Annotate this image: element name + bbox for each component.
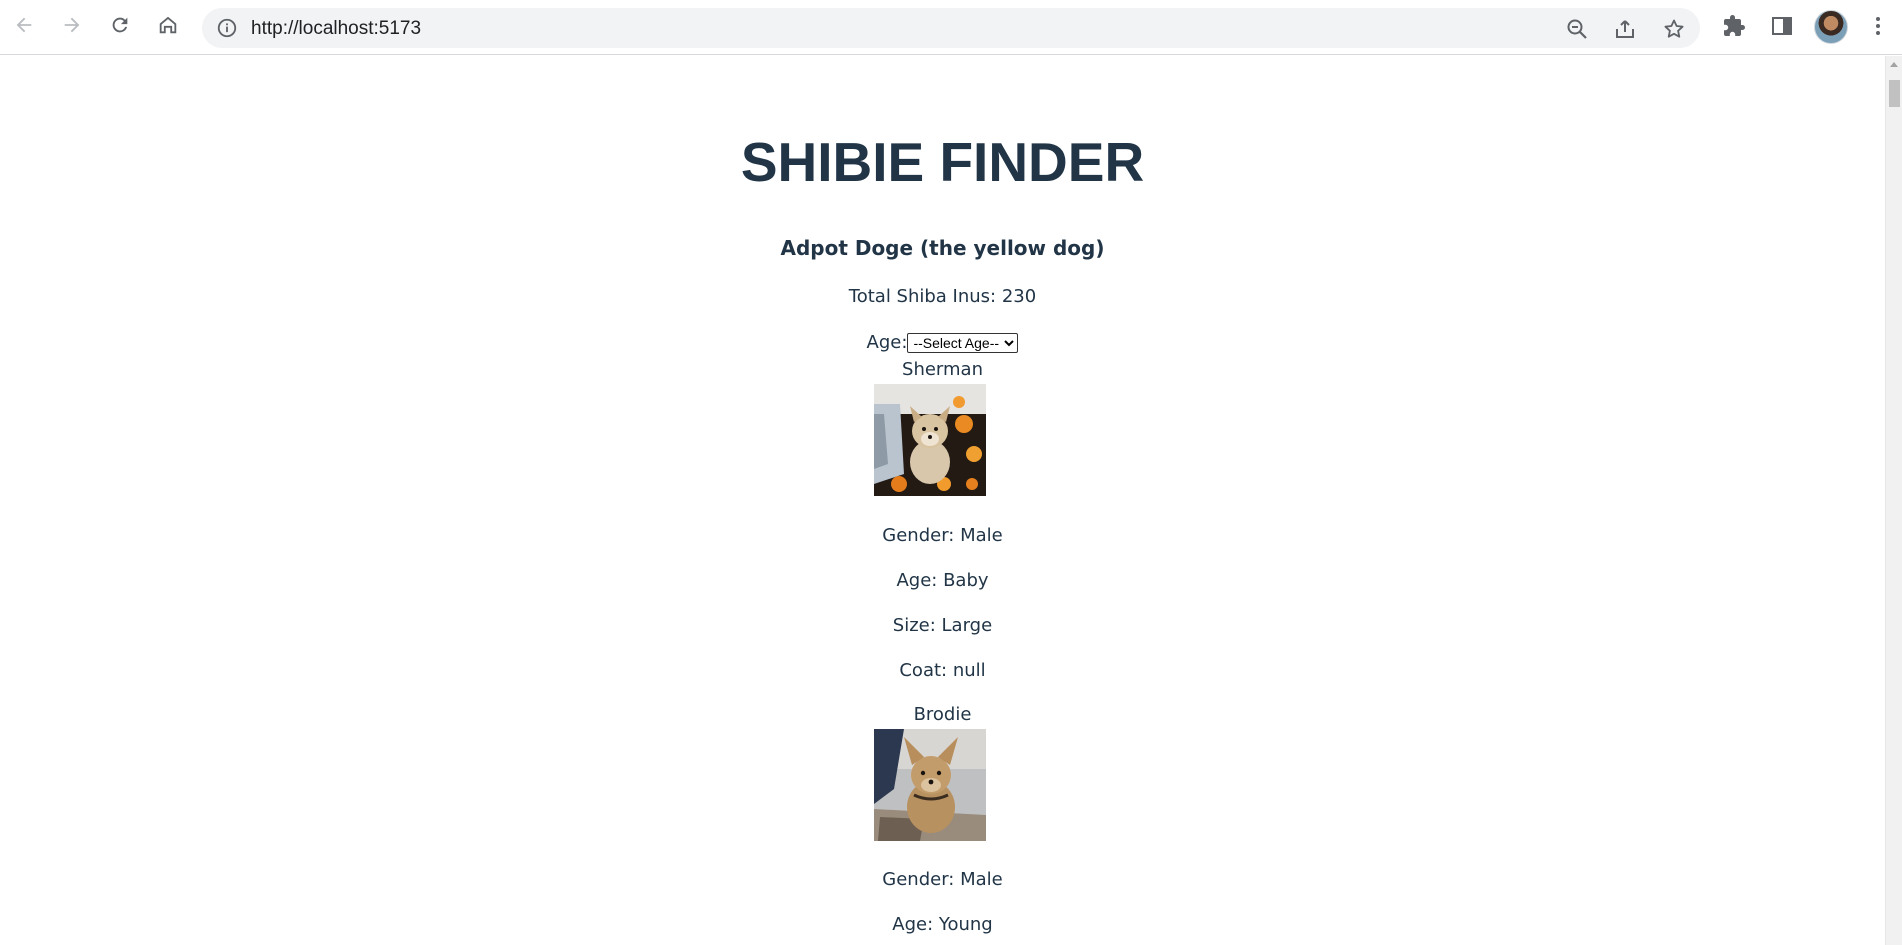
age-filter-label: Age: — [866, 332, 908, 353]
dog-age: Age: Young — [892, 914, 993, 935]
page-scrollbar[interactable] — [1885, 56, 1902, 945]
address-bar[interactable]: http://localhost:5173 — [202, 8, 1700, 48]
info-icon[interactable] — [216, 17, 238, 39]
total-count: Total Shiba Inus: 230 — [848, 286, 1037, 307]
dog-gender: Gender: Male — [882, 525, 1003, 546]
age-filter: Age: --Select Age-- — [0, 332, 1885, 353]
dog-name: Sherman — [902, 359, 983, 380]
star-icon[interactable] — [1662, 17, 1686, 41]
url-text[interactable]: http://localhost:5173 — [251, 18, 421, 40]
page-title: SHIBIE FINDER — [740, 131, 1145, 193]
dog-photo — [874, 729, 986, 841]
dog-name: Brodie — [913, 704, 972, 725]
menu-icon[interactable] — [1866, 14, 1890, 38]
dog-photo — [874, 384, 986, 496]
reload-button[interactable] — [106, 11, 134, 39]
home-icon — [159, 16, 177, 34]
scroll-up-arrow-icon[interactable] — [1890, 62, 1898, 67]
age-select[interactable]: --Select Age-- — [907, 332, 1019, 353]
scrollbar-thumb[interactable] — [1889, 80, 1900, 107]
browser-toolbar: http://localhost:5173 — [0, 0, 1902, 55]
extensions-icon[interactable] — [1722, 14, 1746, 38]
dog-size: Size: Large — [892, 615, 993, 636]
zoom-out-icon[interactable] — [1565, 17, 1589, 41]
page-subtitle: Adpot Doge (the yellow dog) — [780, 236, 1105, 260]
side-panel-icon[interactable] — [1770, 14, 1794, 38]
dog-coat: Coat: null — [899, 660, 986, 681]
forward-arrow-icon — [64, 17, 80, 33]
back-button[interactable] — [10, 11, 38, 39]
back-arrow-icon — [16, 17, 32, 33]
reload-icon — [112, 17, 128, 33]
dog-age: Age: Baby — [896, 570, 989, 591]
share-icon[interactable] — [1613, 17, 1637, 41]
home-button[interactable] — [154, 11, 182, 39]
dog-gender: Gender: Male — [882, 869, 1003, 890]
profile-avatar[interactable] — [1814, 10, 1848, 44]
forward-button[interactable] — [58, 11, 86, 39]
page-viewport: SHIBIE FINDER Adpot Doge (the yellow dog… — [0, 56, 1885, 945]
